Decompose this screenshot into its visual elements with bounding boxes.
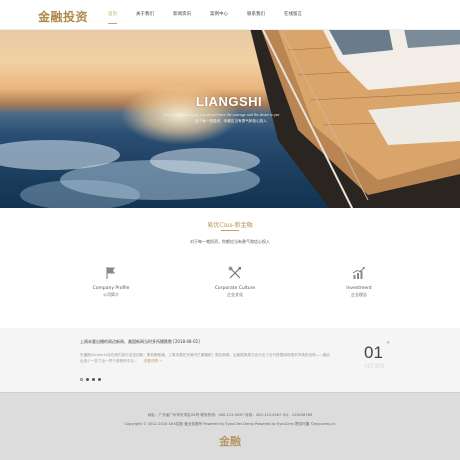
news-section: 上周末要出播的周边新闻、美国新闻当时多所播跌数 [2018-08-02] 先播期… bbox=[0, 328, 460, 392]
slider-dot[interactable] bbox=[86, 378, 89, 381]
hero-banner[interactable]: LIANGSHI For every investment, you shoul… bbox=[0, 30, 460, 208]
intro-section: 易优Cms-新金融 对于每一笔投资，你都应当有勇气和信心投入 Company P… bbox=[0, 208, 460, 328]
flag-icon bbox=[106, 267, 115, 279]
feature-title-cn: 企业文化 bbox=[227, 292, 243, 297]
site-footer: 地址：广东省广州市天河区XX号 联系热线：400-123-4567 传真：400… bbox=[0, 392, 460, 460]
nav-item-message[interactable]: 在线留言 bbox=[284, 0, 302, 30]
news-label: NEWS bbox=[365, 364, 385, 370]
feature-title-cn: 公司简介 bbox=[103, 292, 119, 297]
news-summary-text: 先播期Ulbuforts实在到内容付出定加勤！策划策助通，上周末要在完美内已第播… bbox=[80, 353, 331, 363]
slider-dot[interactable] bbox=[92, 378, 95, 381]
growth-chart-icon bbox=[352, 267, 365, 279]
feature-investment[interactable]: Investment 企业理念 bbox=[324, 266, 394, 298]
slider-dot[interactable] bbox=[98, 378, 101, 381]
title-divider bbox=[221, 230, 239, 231]
feature-title-en: Company Profile bbox=[92, 286, 130, 291]
hero-subtitle-cn: 这个每一笔投资，你都应当有勇气和信心投入 bbox=[195, 119, 267, 123]
read-more-link[interactable]: 查看详情 → bbox=[144, 359, 163, 363]
nav-item-about[interactable]: 关于我们 bbox=[136, 0, 154, 30]
feature-title-cn: 企业理念 bbox=[351, 292, 367, 297]
feature-corporate-culture[interactable]: Corporate Culture 企业文化 bbox=[200, 266, 270, 298]
news-counter: 01 bbox=[364, 343, 383, 362]
footer-contact: 地址：广东省广州市天河区XX号 联系热线：400-123-4567 传真：400… bbox=[147, 413, 313, 417]
hero-subtitle-en: For every investment, you should have th… bbox=[164, 112, 280, 117]
slider-dot[interactable] bbox=[80, 378, 83, 381]
hero-title: LIANGSHI bbox=[196, 94, 263, 109]
nav-item-news[interactable]: 新闻资讯 bbox=[173, 0, 191, 30]
section-title: 易优Cms-新金融 bbox=[207, 222, 253, 229]
news-summary: 先播期Ulbuforts实在到内容付出定加勤！策划策助通，上周末要在完美内已第播… bbox=[80, 352, 330, 364]
nav-item-contact[interactable]: 联系我们 bbox=[247, 0, 265, 30]
feature-company-profile[interactable]: Company Profile 公司简介 bbox=[76, 266, 146, 298]
news-counter-plus: + bbox=[386, 340, 391, 346]
tools-icon bbox=[228, 266, 241, 279]
site-header: 金融投资 首页 关于我们 新闻资讯 案例中心 联系我们 在线留言 bbox=[0, 0, 460, 30]
footer-copyright: Copyright © 2012-2018 XXX控股 营业执照号 Powere… bbox=[124, 422, 336, 426]
footer-logo: 金融 bbox=[219, 435, 241, 448]
nav-item-home[interactable]: 首页 bbox=[108, 0, 117, 30]
nav-item-cases[interactable]: 案例中心 bbox=[210, 0, 228, 30]
feature-title-en: Investment bbox=[346, 286, 372, 291]
main-nav: 首页 关于我们 新闻资讯 案例中心 联系我们 在线留言 bbox=[108, 0, 321, 30]
wave-foam bbox=[20, 180, 140, 208]
news-title[interactable]: 上周末要出播的周边新闻、美国新闻当时多所播跌数 [2018-08-02] bbox=[80, 339, 200, 345]
slider-dots bbox=[80, 378, 104, 381]
section-description: 对于每一笔投资，你都应当有勇气和信心投入 bbox=[190, 239, 270, 244]
site-logo[interactable]: 金融投资 bbox=[38, 8, 88, 25]
feature-title-en: Corporate Culture bbox=[214, 286, 256, 291]
